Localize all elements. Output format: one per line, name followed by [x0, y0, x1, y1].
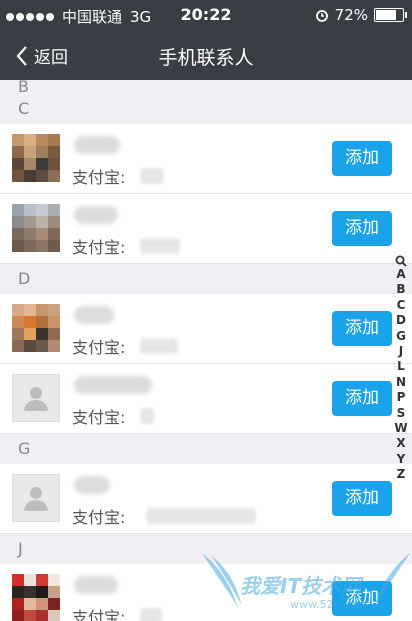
index-letter[interactable]: N [396, 375, 406, 390]
index-letter[interactable]: J [399, 344, 403, 359]
index-letter[interactable]: P [397, 390, 406, 405]
contact-name-masked [74, 306, 114, 324]
default-avatar-icon [12, 474, 60, 522]
alipay-label: 支付宝: [72, 238, 126, 257]
index-letter[interactable]: B [396, 282, 405, 297]
battery-percent: 72% [334, 6, 368, 24]
contact-name-masked [74, 206, 118, 224]
alarm-icon [315, 10, 328, 22]
contact-avatar [12, 134, 60, 182]
index-letter[interactable]: A [396, 267, 405, 282]
status-bar: 中国联通 3G 20:22 72% [0, 0, 412, 30]
default-avatar-icon [12, 374, 60, 422]
alipay-label: 支付宝: [72, 168, 126, 187]
contact-avatar [12, 304, 60, 352]
contact-row[interactable]: 支付宝: 添加 [0, 464, 412, 534]
section-header-d: D [0, 264, 412, 294]
contact-list[interactable]: B C 支付宝: 添加 支付宝: 添加 D 支付宝: 添加 支付宝: 添加 G … [0, 80, 412, 621]
contact-avatar [12, 204, 60, 252]
contact-row[interactable]: 支付宝: 添加 [0, 294, 412, 364]
add-button[interactable]: 添加 [332, 211, 392, 246]
alphabet-index[interactable]: A B C D G J L N P S W X Y Z [394, 255, 408, 482]
add-button[interactable]: 添加 [332, 141, 392, 176]
alipay-account-masked [140, 238, 180, 254]
alipay-label: 支付宝: [72, 508, 126, 527]
alipay-account-masked [140, 338, 178, 354]
section-header-b: B [0, 80, 412, 94]
index-letter[interactable]: D [396, 313, 406, 328]
index-letter[interactable]: Z [397, 467, 406, 482]
alipay-account-masked [146, 508, 256, 524]
index-letter[interactable]: G [396, 329, 406, 344]
contact-row[interactable]: 支付宝: 添加 [0, 564, 412, 621]
page-title: 手机联系人 [158, 47, 254, 69]
section-header-g: G [0, 434, 412, 464]
search-icon[interactable] [395, 255, 407, 267]
contact-row[interactable]: 支付宝: 添加 [0, 364, 412, 434]
section-header-c: C [0, 94, 412, 124]
add-button[interactable]: 添加 [332, 311, 392, 346]
index-letter[interactable]: S [397, 406, 406, 421]
contact-avatar [12, 574, 60, 621]
index-letter[interactable]: Y [397, 452, 406, 467]
add-button[interactable]: 添加 [332, 481, 392, 516]
add-button[interactable]: 添加 [332, 581, 392, 616]
alipay-label: 支付宝: [72, 338, 126, 357]
alipay-label: 支付宝: [72, 608, 126, 621]
add-button[interactable]: 添加 [332, 381, 392, 416]
index-letter[interactable]: C [397, 298, 406, 313]
battery-icon [374, 8, 407, 22]
index-letter[interactable]: W [394, 421, 407, 436]
section-header-j: J [0, 534, 412, 564]
contact-name-masked [74, 576, 118, 594]
alipay-label: 支付宝: [72, 408, 126, 427]
alipay-account-masked [140, 408, 154, 424]
index-letter[interactable]: L [397, 359, 405, 374]
index-letter[interactable]: X [396, 436, 405, 451]
alipay-account-masked [140, 168, 164, 184]
nav-bar: 返回 手机联系人 [0, 30, 412, 80]
status-right: 72% [315, 6, 407, 24]
contact-name-masked [74, 476, 110, 494]
contact-name-masked [74, 136, 120, 154]
contact-row[interactable]: 支付宝: 添加 [0, 194, 412, 264]
contact-row[interactable]: 支付宝: 添加 [0, 124, 412, 194]
contact-name-masked [74, 376, 152, 394]
alipay-account-masked [140, 608, 162, 621]
